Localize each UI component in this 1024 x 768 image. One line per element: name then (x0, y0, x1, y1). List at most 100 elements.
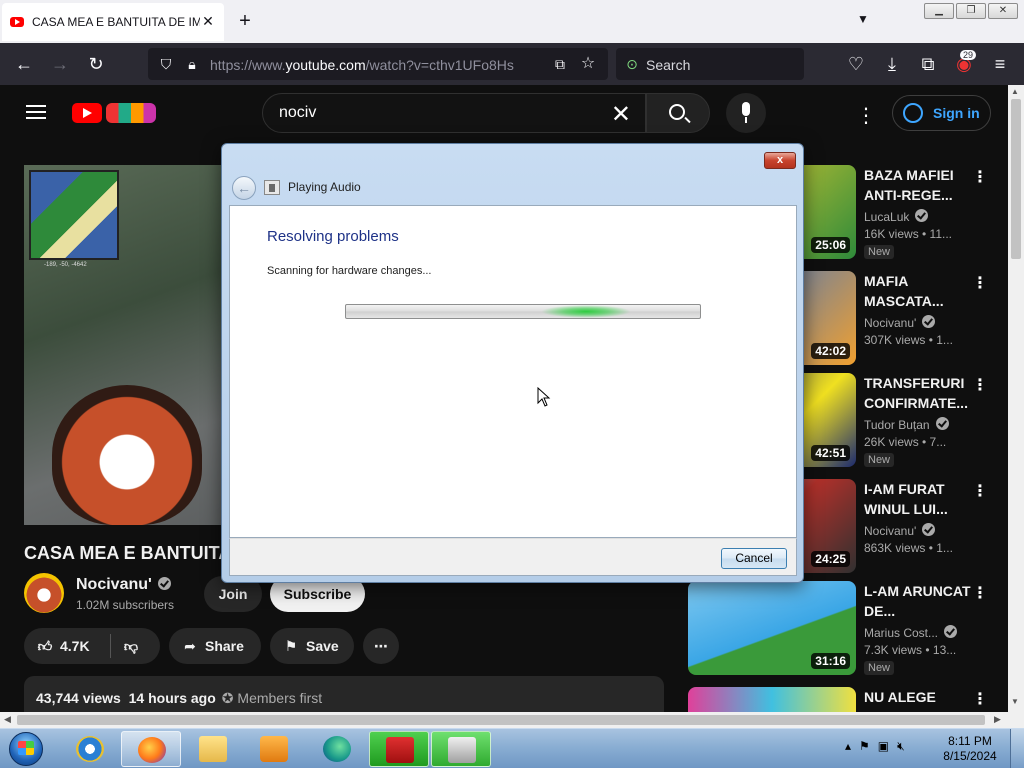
share-icon: ➦ (184, 638, 196, 654)
video-title[interactable]: I-AM FURAT WINUL LUI... (864, 479, 974, 519)
scroll-down-arrow-icon[interactable]: ▼ (1011, 697, 1019, 706)
dislike-button[interactable]: 👎︎ (122, 628, 146, 664)
channel-name[interactable]: Marius Cost... (864, 625, 958, 640)
menu-hamburger-icon[interactable]: ≡ (988, 52, 1012, 76)
youtube-search-input[interactable]: nociv ✕ (262, 93, 646, 133)
video-title[interactable]: NU ALEGE (864, 687, 974, 707)
recommended-video[interactable]: NU ALEGE ⋮ (688, 687, 998, 712)
taskbar-media-player[interactable] (244, 731, 304, 767)
video-title[interactable]: BAZA MAFIEI ANTI-REGE... (864, 165, 974, 205)
bookmark-star-icon[interactable]: ☆ (576, 52, 600, 76)
like-button[interactable]: 👍︎ 4.7K (36, 628, 90, 664)
more-options-icon[interactable]: ⋮ (972, 273, 988, 293)
new-tab-button[interactable]: + (234, 10, 256, 32)
taskbar-edge[interactable] (307, 731, 367, 767)
taskbar-troubleshooter[interactable] (431, 731, 491, 767)
red-panda-streamer-image (52, 385, 202, 525)
horizontal-scrollbar[interactable]: ◀ ▶ (0, 712, 1008, 728)
channel-name[interactable]: Nocivanu' (864, 315, 936, 330)
youtube-search-button[interactable] (646, 93, 710, 133)
new-badge: New (864, 245, 895, 259)
thumbs-up-icon: 👍︎ (37, 638, 53, 654)
recommended-video[interactable]: 31:16 L-AM ARUNCAT DE... Marius Cost... … (688, 581, 998, 675)
back-arrow-icon[interactable]: ← (232, 176, 256, 200)
more-options-icon[interactable]: ⋮ (972, 583, 988, 603)
clear-search-icon[interactable]: ✕ (611, 100, 631, 129)
taskbar-clock[interactable]: 8:11 PM 8/15/2024 (940, 734, 1000, 764)
scroll-left-arrow-icon[interactable]: ◀ (4, 714, 11, 725)
search-placeholder: Search (646, 57, 691, 73)
reload-icon[interactable]: ↻ (84, 52, 108, 76)
channel-name[interactable]: Nocivanu' (76, 576, 171, 594)
action-center-flag-icon[interactable]: ⚑ (859, 739, 870, 754)
video-thumbnail[interactable]: 31:16 (688, 581, 856, 675)
video-thumbnail[interactable] (688, 687, 856, 712)
url-bar[interactable]: ⛉ 🔒︎ https://www.youtube.com/watch?v=cth… (148, 48, 608, 80)
verified-icon (935, 417, 949, 430)
url-text: https://www.youtube.com/watch?v=cthv1UFo… (210, 57, 514, 73)
video-duration: 25:06 (811, 237, 850, 253)
shield-icon[interactable]: ⛉ (154, 52, 178, 76)
channel-name[interactable]: LucaLuk (864, 209, 929, 224)
show-hidden-icons-icon[interactable]: ▴ (845, 739, 851, 754)
window-controls: ▁ ❐ ✕ (924, 3, 1018, 19)
tab-title: CASA MEA E BANTUITA DE IMPO (32, 15, 200, 29)
cancel-button[interactable]: Cancel (721, 548, 787, 569)
video-duration: 24:25 (811, 551, 850, 567)
sign-in-button[interactable]: Sign in (892, 95, 991, 131)
video-title[interactable]: TRANSFERURI CONFIRMATE... (864, 373, 974, 413)
volume-muted-icon[interactable]: 🔇︎ (897, 739, 905, 754)
download-icon[interactable]: ⤓ (880, 52, 904, 76)
save-button[interactable]: ⚑ Save (270, 628, 354, 664)
bookmark-icon: ⚑ (284, 638, 298, 654)
network-icon[interactable]: ▣ (878, 739, 889, 754)
show-desktop-button[interactable] (1010, 729, 1024, 768)
dialog-close-button[interactable]: x (764, 152, 796, 169)
lock-icon[interactable]: 🔒︎ (180, 52, 204, 76)
more-options-icon[interactable]: ⋮ (972, 689, 988, 709)
pocket-icon[interactable]: ♡ (844, 52, 868, 76)
taskbar-firefox[interactable] (121, 731, 181, 767)
taskbar-internet-explorer[interactable] (60, 731, 120, 767)
channel-name[interactable]: Tudor Buțan (864, 417, 949, 432)
close-window-button[interactable]: ✕ (988, 3, 1018, 19)
new-badge: New (864, 661, 895, 675)
youtube-doodle-logo[interactable] (106, 103, 156, 123)
tab-list-chevron-down-icon[interactable]: ▼ (852, 12, 874, 30)
more-options-icon[interactable]: ⋮ (972, 167, 988, 187)
channel-name[interactable]: Nocivanu' (864, 523, 936, 538)
extensions-icon[interactable]: ⧉ (916, 52, 940, 76)
share-button[interactable]: ➦ Share (169, 628, 261, 664)
minimize-button[interactable]: ▁ (924, 3, 954, 19)
description-box[interactable]: 43,744 views 14 hours ago ✪ Members first (24, 676, 664, 712)
channel-avatar[interactable] (24, 573, 64, 613)
maximize-button[interactable]: ❐ (956, 3, 986, 19)
picture-in-picture-icon[interactable]: ⧉ (548, 52, 572, 76)
youtube-favicon-icon (10, 17, 24, 27)
vertical-scroll-thumb[interactable] (1011, 99, 1021, 259)
forward-arrow-icon[interactable]: → (48, 52, 72, 76)
scroll-right-arrow-icon[interactable]: ▶ (994, 714, 1001, 725)
voice-search-mic-icon[interactable] (726, 93, 766, 133)
system-tray: ▴ ⚑ ▣ 🔇︎ (845, 739, 905, 754)
guide-menu-icon[interactable] (26, 105, 46, 119)
video-title[interactable]: MAFIA MASCATA... (864, 271, 974, 311)
youtube-logo[interactable] (72, 103, 102, 123)
more-options-icon[interactable]: ⋮ (972, 375, 988, 395)
more-options-icon[interactable]: ⋮ (972, 481, 988, 501)
tab-close-icon[interactable]: ✕ (200, 13, 216, 29)
progress-glow (541, 305, 631, 318)
back-arrow-icon[interactable]: ← (12, 52, 36, 76)
video-title[interactable]: L-AM ARUNCAT DE... (864, 581, 974, 621)
vertical-scrollbar[interactable]: ▲ ▼ (1008, 85, 1024, 712)
scroll-up-arrow-icon[interactable]: ▲ (1011, 87, 1019, 96)
taskbar-pdf-app[interactable] (369, 731, 429, 767)
horizontal-scroll-thumb[interactable] (17, 715, 985, 725)
start-button[interactable] (4, 730, 48, 768)
taskbar-file-explorer[interactable] (183, 731, 243, 767)
settings-more-icon[interactable]: ⋮ (856, 103, 876, 128)
browser-tab-youtube[interactable]: CASA MEA E BANTUITA DE IMPO ✕ (2, 3, 224, 41)
browser-search-bar[interactable]: ⊙ Search (616, 48, 804, 80)
more-actions-button[interactable]: ⋯ (363, 628, 399, 664)
extension-badge: 29 (960, 50, 977, 60)
